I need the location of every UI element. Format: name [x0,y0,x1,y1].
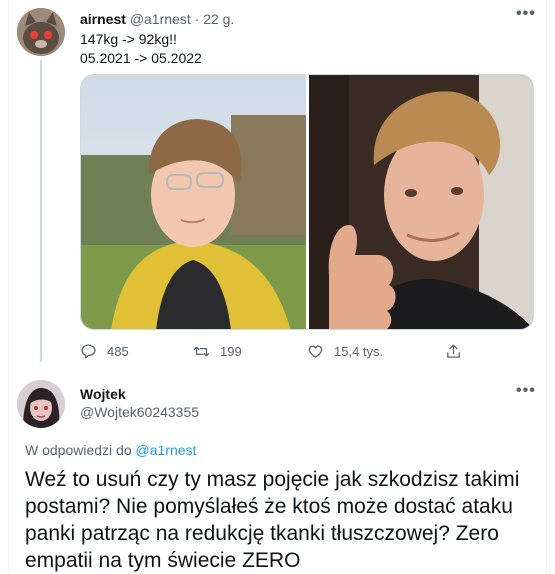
reply-count: 485 [107,344,129,359]
tweet-actions: 485 199 15,4 tys. [80,343,480,363]
tweet-header: airnest @a1rnest · 22 g. [80,11,234,27]
retweet-button[interactable]: 199 [193,343,242,360]
heart-icon [308,345,323,358]
photo-after[interactable] [309,75,533,329]
avatar[interactable] [17,380,65,428]
replying-to-prefix: W odpowiedzi do [25,442,132,458]
tweet-time[interactable]: 22 g. [203,11,234,27]
reply-author-name[interactable]: Wojtek [80,386,126,402]
reply-button[interactable]: 485 [80,343,129,360]
separator-dot: · [194,11,200,27]
tweet-text-line: 147kg -> 92kg!! [80,31,177,47]
like-button[interactable]: 15,4 tys. [307,343,383,360]
more-icon[interactable]: ••• [516,382,536,400]
photo-before[interactable] [81,75,306,329]
reply-author-handle[interactable]: @Wojtek60243355 [80,404,199,420]
retweet-count: 199 [220,344,242,359]
reply-icon [81,344,96,359]
author-handle[interactable]: @a1rnest [130,11,191,27]
tweet-text: 147kg -> 92kg!! 05.2021 -> 05.2022 [80,30,202,68]
avatar[interactable] [17,8,65,56]
tweet-text-line: 05.2021 -> 05.2022 [80,50,202,66]
reply-text: Weź to usuń czy ty masz pojęcie jak szko… [25,468,520,572]
replying-to: W odpowiedzi do @a1rnest [25,442,196,458]
more-icon[interactable]: ••• [516,5,536,23]
tweet-media[interactable] [80,74,534,330]
share-button[interactable] [445,343,462,360]
replying-to-handle[interactable]: @a1rnest [136,442,197,458]
like-count: 15,4 tys. [334,344,384,359]
retweet-icon [193,346,210,357]
share-icon [447,344,460,358]
thread-line [40,60,42,362]
author-name[interactable]: airnest [80,11,126,27]
